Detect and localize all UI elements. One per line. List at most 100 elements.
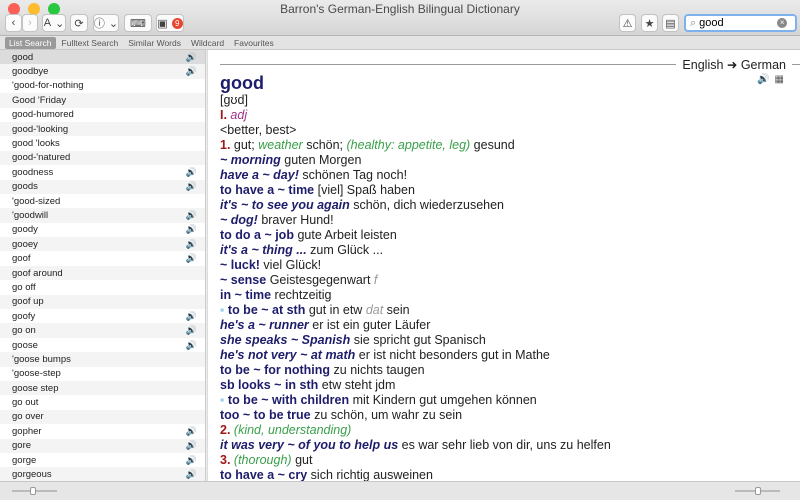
entry-line: 1. gut; weather schön; (healthy: appetit…: [220, 138, 611, 153]
list-item[interactable]: goodbye 🔊: [0, 64, 205, 79]
history-button[interactable]: ▣ 9: [156, 14, 184, 32]
speaker-icon[interactable]: 🔊: [186, 52, 197, 63]
list-item[interactable]: 'goose bumps: [0, 352, 205, 367]
example-phrase: he's a ~ runner: [220, 318, 309, 332]
speaker-icon[interactable]: 🔊: [186, 253, 197, 264]
gloss: (healthy: appetite, leg): [346, 138, 471, 152]
translation-text: es war sehr lieb von dir, uns zu helfen: [398, 438, 611, 452]
list-item[interactable]: gore 🔊: [0, 438, 205, 453]
table-icon[interactable]: ▦: [775, 74, 784, 85]
speaker-icon[interactable]: 🔊: [186, 325, 197, 336]
list-item[interactable]: goodness 🔊: [0, 165, 205, 179]
gloss: (kind, understanding): [233, 423, 352, 437]
phrase: to have a ~ cry: [220, 468, 308, 481]
phrase: to be ~ with children: [227, 393, 350, 407]
tab-fulltext-search[interactable]: Fulltext Search: [58, 37, 123, 49]
list-item[interactable]: goof around: [0, 265, 205, 281]
translation-text: braver Hund!: [257, 213, 334, 227]
list-item[interactable]: goof 🔊: [0, 251, 205, 265]
speaker-icon[interactable]: 🔊: [186, 224, 197, 235]
speaker-icon[interactable]: 🔊: [186, 455, 197, 466]
title-bar: Barron's German-English Bilingual Dictio…: [0, 0, 800, 36]
speaker-icon[interactable]: 🔊: [186, 181, 197, 192]
speaker-icon[interactable]: 🔊: [186, 440, 197, 451]
speaker-icon[interactable]: 🔊: [186, 210, 197, 221]
list-item-word: good: [12, 51, 34, 63]
font-menu-button[interactable]: A ⌄: [42, 14, 66, 32]
phrase: too ~ to be true: [220, 408, 311, 422]
keyboard-button[interactable]: ⌨: [124, 14, 152, 32]
list-item-word: go out: [12, 397, 39, 409]
entry-line: he's not very ~ at math er ist nicht bes…: [220, 348, 611, 363]
list-item[interactable]: good 'looks: [0, 136, 205, 150]
list-item[interactable]: go out: [0, 395, 205, 409]
grammar-label: dat: [365, 303, 384, 317]
favourite-star-button[interactable]: ★: [641, 14, 658, 32]
list-item[interactable]: gooey 🔊: [0, 237, 205, 252]
list-item[interactable]: good-'looking: [0, 121, 205, 137]
entry-font-size-slider[interactable]: [735, 487, 780, 495]
translation-text: sein: [383, 303, 410, 317]
translation-text: [viel] Spaß haben: [314, 183, 415, 197]
list-item[interactable]: go on 🔊: [0, 323, 205, 338]
speaker-icon[interactable]: 🔊: [186, 167, 197, 178]
speaker-icon[interactable]: 🔊: [186, 469, 197, 480]
phrase: ~ luck!: [220, 258, 260, 272]
back-button[interactable]: ‹: [5, 14, 22, 32]
warning-button[interactable]: ⚠: [619, 14, 636, 32]
list-item[interactable]: go over: [0, 409, 205, 425]
list-item[interactable]: 'good-sized: [0, 194, 205, 208]
list-item[interactable]: good-humored: [0, 108, 205, 122]
list-item[interactable]: good 🔊: [0, 50, 205, 65]
list-item[interactable]: goofy 🔊: [0, 309, 205, 323]
entry-line: it's a ~ thing ... zum Glück ...: [220, 243, 611, 258]
tab-wildcard[interactable]: Wildcard: [187, 37, 228, 49]
list-item[interactable]: good-'natured: [0, 150, 205, 166]
list-item[interactable]: goose 🔊: [0, 338, 205, 352]
info-menu-button[interactable]: ⓘ ⌄: [93, 14, 119, 32]
list-item[interactable]: 'good-for-nothing: [0, 79, 205, 93]
translation-text: guten Morgen: [280, 153, 362, 167]
clear-search-icon[interactable]: ×: [777, 18, 788, 28]
entry-line: it's ~ to see you again schön, dich wied…: [220, 198, 611, 213]
tab-similar-words[interactable]: Similar Words: [124, 37, 185, 49]
list-item-word: goose step: [12, 382, 59, 394]
chevron-down-icon: ⌄: [55, 17, 65, 30]
list-item[interactable]: goose step: [0, 380, 205, 396]
list-item[interactable]: gorgeous 🔊: [0, 467, 205, 481]
speaker-icon[interactable]: 🔊: [186, 426, 197, 437]
speaker-icon[interactable]: 🔊: [186, 66, 197, 77]
list-item[interactable]: go off: [0, 280, 205, 294]
speaker-icon[interactable]: 🔊: [186, 239, 197, 250]
list-item[interactable]: gopher 🔊: [0, 424, 205, 438]
list-item-word: 'goodwill: [12, 209, 49, 221]
search-field[interactable]: ⌕ ×: [684, 14, 797, 32]
search-input[interactable]: [699, 17, 778, 29]
list-item[interactable]: goody 🔊: [0, 223, 205, 237]
list-item[interactable]: Good 'Friday: [0, 93, 205, 108]
list-item[interactable]: 'goose-step: [0, 367, 205, 381]
list-font-size-slider[interactable]: [12, 487, 57, 495]
part-of-speech: adj: [230, 108, 248, 122]
list-item[interactable]: goof up: [0, 294, 205, 310]
list-item-word: 'good-sized: [12, 195, 61, 207]
entry-line: ▪ to be ~ at sth gut in etw dat sein: [220, 303, 611, 318]
search-icon: ⌕: [690, 16, 697, 29]
list-item[interactable]: 'goodwill 🔊: [0, 208, 205, 223]
tab-favourites[interactable]: Favourites: [230, 37, 278, 49]
list-item-word: goody: [12, 224, 38, 236]
speaker-icon[interactable]: 🔊: [757, 74, 769, 85]
word-list[interactable]: good 🔊 goodbye 🔊 'good-for-nothing Good 'Frid…: [0, 50, 206, 481]
speaker-icon[interactable]: 🔊: [186, 340, 197, 351]
refresh-button[interactable]: ⟳: [70, 14, 88, 32]
translation-text: er ist ein guter Läufer: [308, 318, 431, 332]
panel-toggle-button[interactable]: ▤: [662, 14, 679, 32]
entry-line: have a ~ day! schönen Tag noch!: [220, 168, 611, 183]
list-item-word: goof around: [12, 267, 63, 279]
tab-list-search[interactable]: List Search: [5, 36, 56, 49]
speaker-icon[interactable]: 🔊: [186, 311, 197, 322]
list-item[interactable]: gorge 🔊: [0, 453, 205, 467]
list-item[interactable]: goods 🔊: [0, 179, 205, 194]
list-item-word: go off: [12, 281, 36, 293]
forward-button[interactable]: ›: [22, 14, 38, 32]
